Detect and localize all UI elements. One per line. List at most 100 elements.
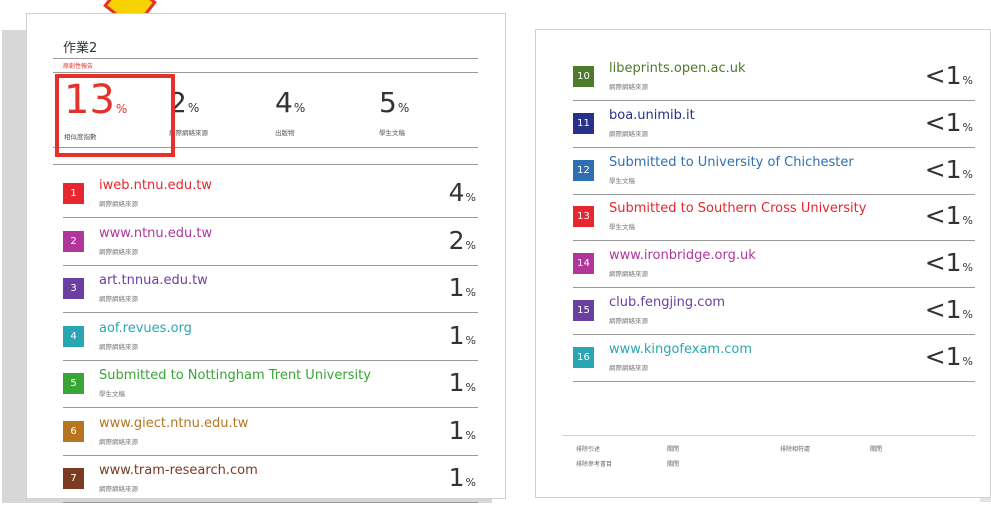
exclude-matches-label: 排除相符處	[780, 446, 811, 453]
exclude-quotes-label: 排除引述	[576, 446, 601, 453]
source-number-badge: 15	[573, 300, 594, 321]
source-match-percent: <1%	[925, 201, 973, 230]
source-row: 13 Submitted to Southern Cross University…	[573, 195, 975, 242]
source-type-label: 網際網絡來源	[99, 247, 138, 256]
source-match-percent: <1%	[925, 342, 973, 371]
source-match-unit: %	[962, 308, 973, 321]
source-match-percent: <1%	[925, 248, 973, 277]
source-match-percent: <1%	[925, 155, 973, 184]
source-type-label: 學生文稿	[609, 223, 635, 232]
source-name-link[interactable]: Submitted to Nottingham Trent University	[99, 368, 371, 383]
internet-sources-unit: %	[187, 101, 200, 115]
source-row: 10 libeprints.open.ac.uk 網際網絡來源 <1%	[573, 55, 975, 101]
exclude-matches-value: 關閉	[870, 446, 883, 453]
source-row: 11 boa.unimib.it 網際網絡來源 <1%	[573, 102, 975, 148]
row-divider	[573, 380, 975, 382]
source-name-link[interactable]: iweb.ntnu.edu.tw	[99, 178, 212, 193]
source-number-badge: 3	[63, 278, 84, 299]
source-number-badge: 1	[63, 183, 84, 204]
source-row: 5 Submitted to Nottingham Trent Universit…	[63, 362, 478, 408]
source-match-value: <1	[924, 61, 962, 90]
source-match-value: 2	[448, 225, 465, 255]
source-name-link[interactable]: aof.revues.org	[99, 321, 192, 336]
source-name-link[interactable]: www.tram-research.com	[99, 463, 258, 478]
source-row: 3 art.tnnua.edu.tw 網際網絡來源 1%	[63, 267, 478, 313]
source-name-link[interactable]: www.giect.ntnu.edu.tw	[99, 416, 248, 431]
source-match-unit: %	[465, 286, 476, 299]
document-title: 作業2	[63, 41, 98, 56]
source-match-value: <1	[924, 107, 962, 137]
source-match-value: <1	[924, 201, 962, 231]
source-type-label: 網際網絡來源	[99, 485, 138, 493]
publications-value: 4	[275, 86, 293, 119]
source-name-link[interactable]: boa.unimib.it	[609, 108, 695, 123]
source-match-unit: %	[465, 428, 476, 442]
source-row: 2 www.ntnu.edu.tw 網際網絡來源 2%	[63, 220, 478, 266]
source-match-unit: %	[962, 214, 973, 228]
source-match-value: <1	[924, 295, 962, 324]
source-row: 4 aof.revues.org 網際網絡來源 1%	[63, 315, 478, 361]
source-number-badge: 5	[63, 373, 84, 394]
source-name-link[interactable]: art.tnnua.edu.tw	[99, 273, 208, 288]
source-match-value: 1	[448, 368, 465, 397]
source-match-unit: %	[962, 167, 973, 181]
source-match-value: 1	[448, 273, 465, 302]
publications-unit: %	[293, 101, 306, 115]
source-type-label: 網際網絡來源	[99, 342, 138, 351]
student-papers-label: 學生文稿	[379, 129, 405, 137]
source-number-badge: 10	[573, 66, 594, 87]
source-name-link[interactable]: club.fengjing.com	[609, 295, 725, 310]
source-match-percent: <1%	[925, 295, 973, 324]
source-number-badge: 12	[573, 159, 594, 181]
source-number-badge: 4	[63, 325, 84, 347]
publications-label: 出版物	[275, 129, 295, 137]
source-type-label: 網際網絡來源	[99, 295, 138, 303]
row-divider	[63, 407, 478, 408]
footer-divider	[562, 435, 975, 436]
report-label-divider	[53, 72, 478, 73]
source-match-percent: 2%	[449, 226, 476, 255]
source-name-link[interactable]: www.ntnu.edu.tw	[99, 226, 212, 241]
source-row: 1 iweb.ntnu.edu.tw 網際網絡來源 4%	[63, 172, 478, 218]
row-divider	[63, 454, 478, 456]
row-divider	[63, 502, 478, 503]
source-match-unit: %	[962, 120, 973, 134]
source-type-label: 網際網絡來源	[609, 129, 648, 138]
source-name-link[interactable]: www.ironbridge.org.uk	[609, 248, 756, 263]
source-type-label: 學生文稿	[609, 176, 635, 185]
source-match-value: <1	[924, 341, 962, 371]
source-row: 6 www.giect.ntnu.edu.tw 網際網絡來源 1%	[63, 410, 478, 456]
row-divider	[63, 359, 478, 361]
row-divider	[63, 217, 478, 218]
exclude-bibliography-label: 排除參考書目	[576, 461, 613, 468]
source-name-link[interactable]: Submitted to Southern Cross University	[609, 201, 866, 216]
source-row: 16 www.kingofexam.com 網際網絡來源 <1%	[573, 336, 975, 382]
sources-divider	[53, 164, 478, 165]
source-match-value: 1	[448, 320, 465, 350]
source-name-link[interactable]: www.kingofexam.com	[609, 342, 752, 357]
source-row: 14 www.ironbridge.org.uk 網際網絡來源 <1%	[573, 242, 975, 289]
source-type-label: 網際網絡來源	[99, 200, 138, 208]
row-divider	[63, 312, 478, 313]
source-type-label: 學生文稿	[99, 390, 125, 398]
source-match-unit: %	[962, 354, 973, 368]
publications-stat: 4% 出版物	[275, 86, 306, 138]
source-match-unit: %	[962, 261, 973, 275]
source-name-link[interactable]: libeprints.open.ac.uk	[609, 61, 746, 76]
report-page-right: 10 libeprints.open.ac.uk 網際網絡來源 <1% 11 boa.un…	[535, 29, 991, 498]
exclude-quotes-value: 關閉	[667, 446, 680, 453]
source-match-value: <1	[924, 154, 962, 184]
source-type-label: 網際網絡來源	[609, 317, 648, 325]
source-type-label: 網際網絡來源	[609, 270, 648, 279]
source-match-value: 4	[448, 178, 465, 207]
source-type-label: 網際網絡來源	[99, 437, 138, 446]
source-number-badge: 6	[63, 420, 84, 442]
source-match-unit: %	[465, 381, 476, 394]
source-match-unit: %	[962, 74, 973, 87]
source-match-percent: <1%	[925, 61, 973, 90]
source-match-percent: 4%	[449, 178, 476, 207]
student-papers-stat: 5% 學生文稿	[379, 87, 409, 138]
source-match-unit: %	[465, 333, 476, 347]
source-name-link[interactable]: Submitted to University of Chichester	[609, 155, 854, 170]
source-type-label: 網際網絡來源	[609, 363, 648, 372]
